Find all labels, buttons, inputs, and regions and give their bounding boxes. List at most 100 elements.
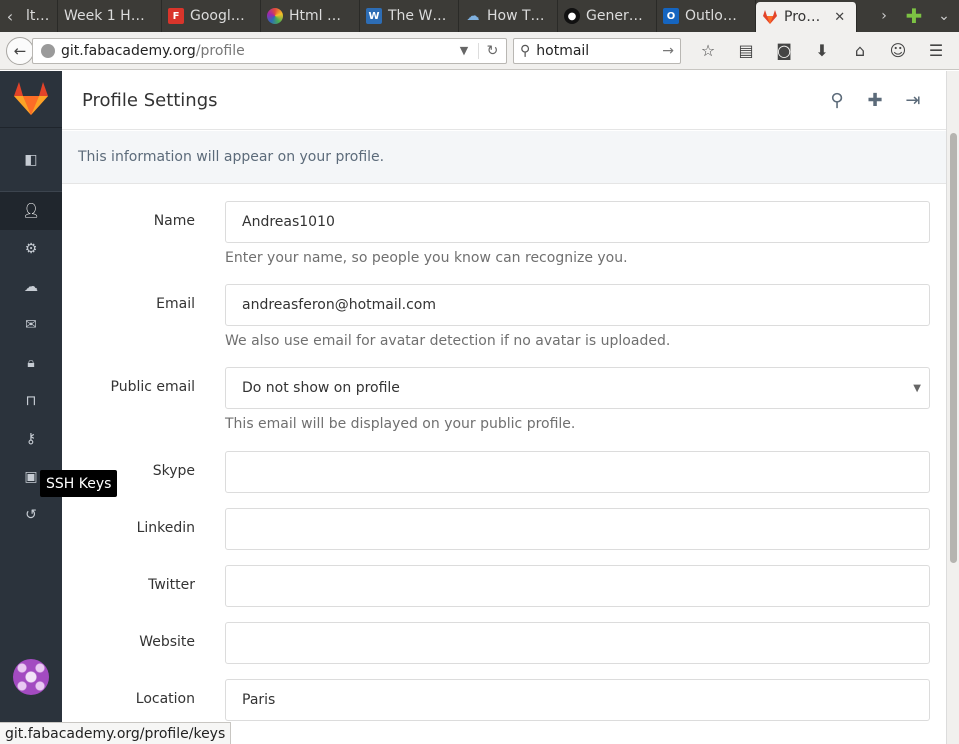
lock-icon: 🔒︎ [27, 355, 35, 371]
browser-tab[interactable]: O Outlo… [657, 0, 756, 32]
email-label: Email [156, 296, 195, 312]
search-go-arrow-icon[interactable]: → [662, 43, 674, 59]
key-icon: ⚷ [25, 431, 37, 447]
gitlab-icon [762, 9, 778, 25]
home-icon[interactable]: ⌂ [841, 41, 879, 60]
tab-label: How T… [487, 8, 545, 24]
browser-tab[interactable]: ☁ How T… [459, 0, 558, 32]
image-icon: ▣ [24, 469, 38, 485]
browser-tab[interactable]: Html … [261, 0, 360, 32]
gear-icon: ⚙ [24, 241, 38, 257]
tab-list-chevron-down-icon[interactable]: ⌄ [929, 8, 959, 24]
envelope-icon: ✉ [25, 317, 37, 333]
tab-label: Pro… [784, 9, 821, 25]
browser-tab-active[interactable]: Pro… ✕ [756, 2, 857, 32]
browser-tab-strip: ‹ lt… Week 1 H… F Googl… Html … W The W…… [0, 0, 959, 32]
reload-icon[interactable]: ↻ [478, 42, 506, 59]
url-host: git.fabacademy.org [61, 42, 196, 59]
gitlab-sidebar: ◧ 👤︎ ⚙ ☁ ✉ 🔒︎ ⊓ ⚷ ▣ ↺ [0, 71, 62, 744]
url-path: /profile [195, 42, 245, 59]
tab-label: Outlo… [685, 8, 737, 24]
browser-tab[interactable]: Week 1 H… [58, 0, 162, 32]
inbox-icon: ⊓ [25, 393, 37, 409]
tab-scroll-right-icon[interactable]: › [869, 8, 899, 24]
search-icon[interactable]: ⚲ [818, 90, 856, 111]
twitter-label: Twitter [148, 577, 195, 593]
tab-scroll-left-icon[interactable]: ‹ [0, 0, 20, 32]
browser-tab[interactable]: lt… [20, 0, 58, 32]
sidebar-item-audit-log[interactable]: ↺ [0, 496, 62, 534]
w3schools-icon: W [366, 8, 382, 24]
tab-label: The W… [388, 8, 447, 24]
linkedin-label: Linkedin [136, 520, 195, 536]
sidebar-item-account[interactable]: ⚙ [0, 230, 62, 268]
user-icon: 👤︎ [22, 203, 40, 219]
skype-label: Skype [152, 463, 195, 479]
gitlab-logo[interactable] [0, 71, 62, 128]
cloud-icon: ☁ [466, 8, 480, 24]
browser-toolbar-icons: ☆ ▤ ◙ ⬇ ⌂ ☺ ☰ [689, 41, 955, 60]
linkedin-field[interactable] [225, 508, 930, 550]
email-field[interactable]: andreasferon@hotmail.com [225, 284, 930, 326]
search-icon: ⚲ [520, 42, 531, 59]
tab-label: Googl… [190, 8, 245, 24]
browser-tab[interactable]: ● Gener… [558, 0, 657, 32]
public-email-select[interactable]: Do not show on profile ▼ [225, 367, 930, 409]
hamburger-menu-icon[interactable]: ☰ [917, 41, 955, 60]
tab-label: lt… [26, 8, 50, 24]
sidebar-item-ssh-keys[interactable]: ⚷ [0, 420, 62, 458]
info-text: This information will appear on your pro… [78, 149, 385, 165]
sidebar-item-profile[interactable]: 👤︎ [0, 192, 62, 230]
sidebar-item-password[interactable]: 🔒︎ [0, 344, 62, 382]
tab-label: Html … [289, 8, 341, 24]
url-dropdown-icon[interactable]: ▼ [450, 44, 478, 57]
search-bar[interactable]: ⚲ hotmail → [513, 37, 681, 64]
browser-tab[interactable]: F Googl… [162, 0, 261, 32]
profile-form: Name Andreas1010 Enter your name, so peo… [62, 184, 946, 744]
scrollbar-thumb[interactable] [950, 133, 957, 563]
avatar-pattern [13, 659, 49, 695]
history-icon: ↺ [25, 507, 37, 523]
sidebar-item-notifications[interactable]: ⊓ [0, 382, 62, 420]
download-arrow-icon[interactable]: ⬇ [803, 41, 841, 60]
public-email-label: Public email [110, 379, 196, 395]
plus-icon[interactable]: ✚ [856, 90, 894, 111]
name-field[interactable]: Andreas1010 [225, 201, 930, 243]
globe-icon [41, 43, 55, 58]
new-tab-icon[interactable]: ✚ [899, 4, 929, 28]
page-scrollbar[interactable] [946, 71, 959, 744]
sign-out-icon[interactable]: ⇥ [894, 90, 932, 111]
name-help: Enter your name, so people you know can … [225, 250, 628, 266]
collapse-sidebar-icon[interactable]: ◧ [0, 128, 62, 192]
header-actions: ⚲ ✚ ⇥ [818, 90, 932, 111]
tab-label: Week 1 H… [64, 8, 145, 24]
status-url: git.fabacademy.org/profile/keys [0, 722, 232, 744]
smiley-icon[interactable]: ☺ [879, 41, 917, 60]
search-text: hotmail [536, 42, 590, 59]
public-email-help: This email will be displayed on your pub… [225, 416, 576, 432]
browser-tab[interactable]: W The W… [360, 0, 459, 32]
page-header: Profile Settings ⚲ ✚ ⇥ [62, 71, 946, 130]
url-bar[interactable]: git.fabacademy.org/profile ▼ ↻ [32, 37, 507, 64]
name-label: Name [153, 213, 195, 229]
avatar[interactable] [13, 659, 49, 695]
twitter-field[interactable] [225, 565, 930, 607]
fontawesome-icon: F [168, 8, 184, 24]
website-field[interactable] [225, 622, 930, 664]
back-arrow-icon[interactable]: ← [6, 36, 34, 65]
reading-list-icon[interactable]: ▤ [727, 41, 765, 60]
outlook-icon: O [663, 8, 679, 24]
browser-navbar: ← git.fabacademy.org/profile ▼ ↻ ⚲ hotma… [0, 32, 959, 70]
skype-field[interactable] [225, 451, 930, 493]
location-field[interactable]: Paris [225, 679, 930, 721]
gitlab-fox-icon [14, 82, 48, 115]
pocket-icon[interactable]: ◙ [765, 41, 803, 60]
tab-label: Gener… [586, 8, 643, 24]
chevron-down-icon: ▼ [913, 382, 921, 394]
bookmark-star-icon[interactable]: ☆ [689, 41, 727, 60]
sidebar-item-emails[interactable]: ✉ [0, 306, 62, 344]
close-tab-icon[interactable]: ✕ [834, 10, 845, 25]
sidebar-item-applications[interactable]: ☁ [0, 268, 62, 306]
github-icon: ● [564, 8, 580, 24]
website-label: Website [139, 634, 195, 650]
